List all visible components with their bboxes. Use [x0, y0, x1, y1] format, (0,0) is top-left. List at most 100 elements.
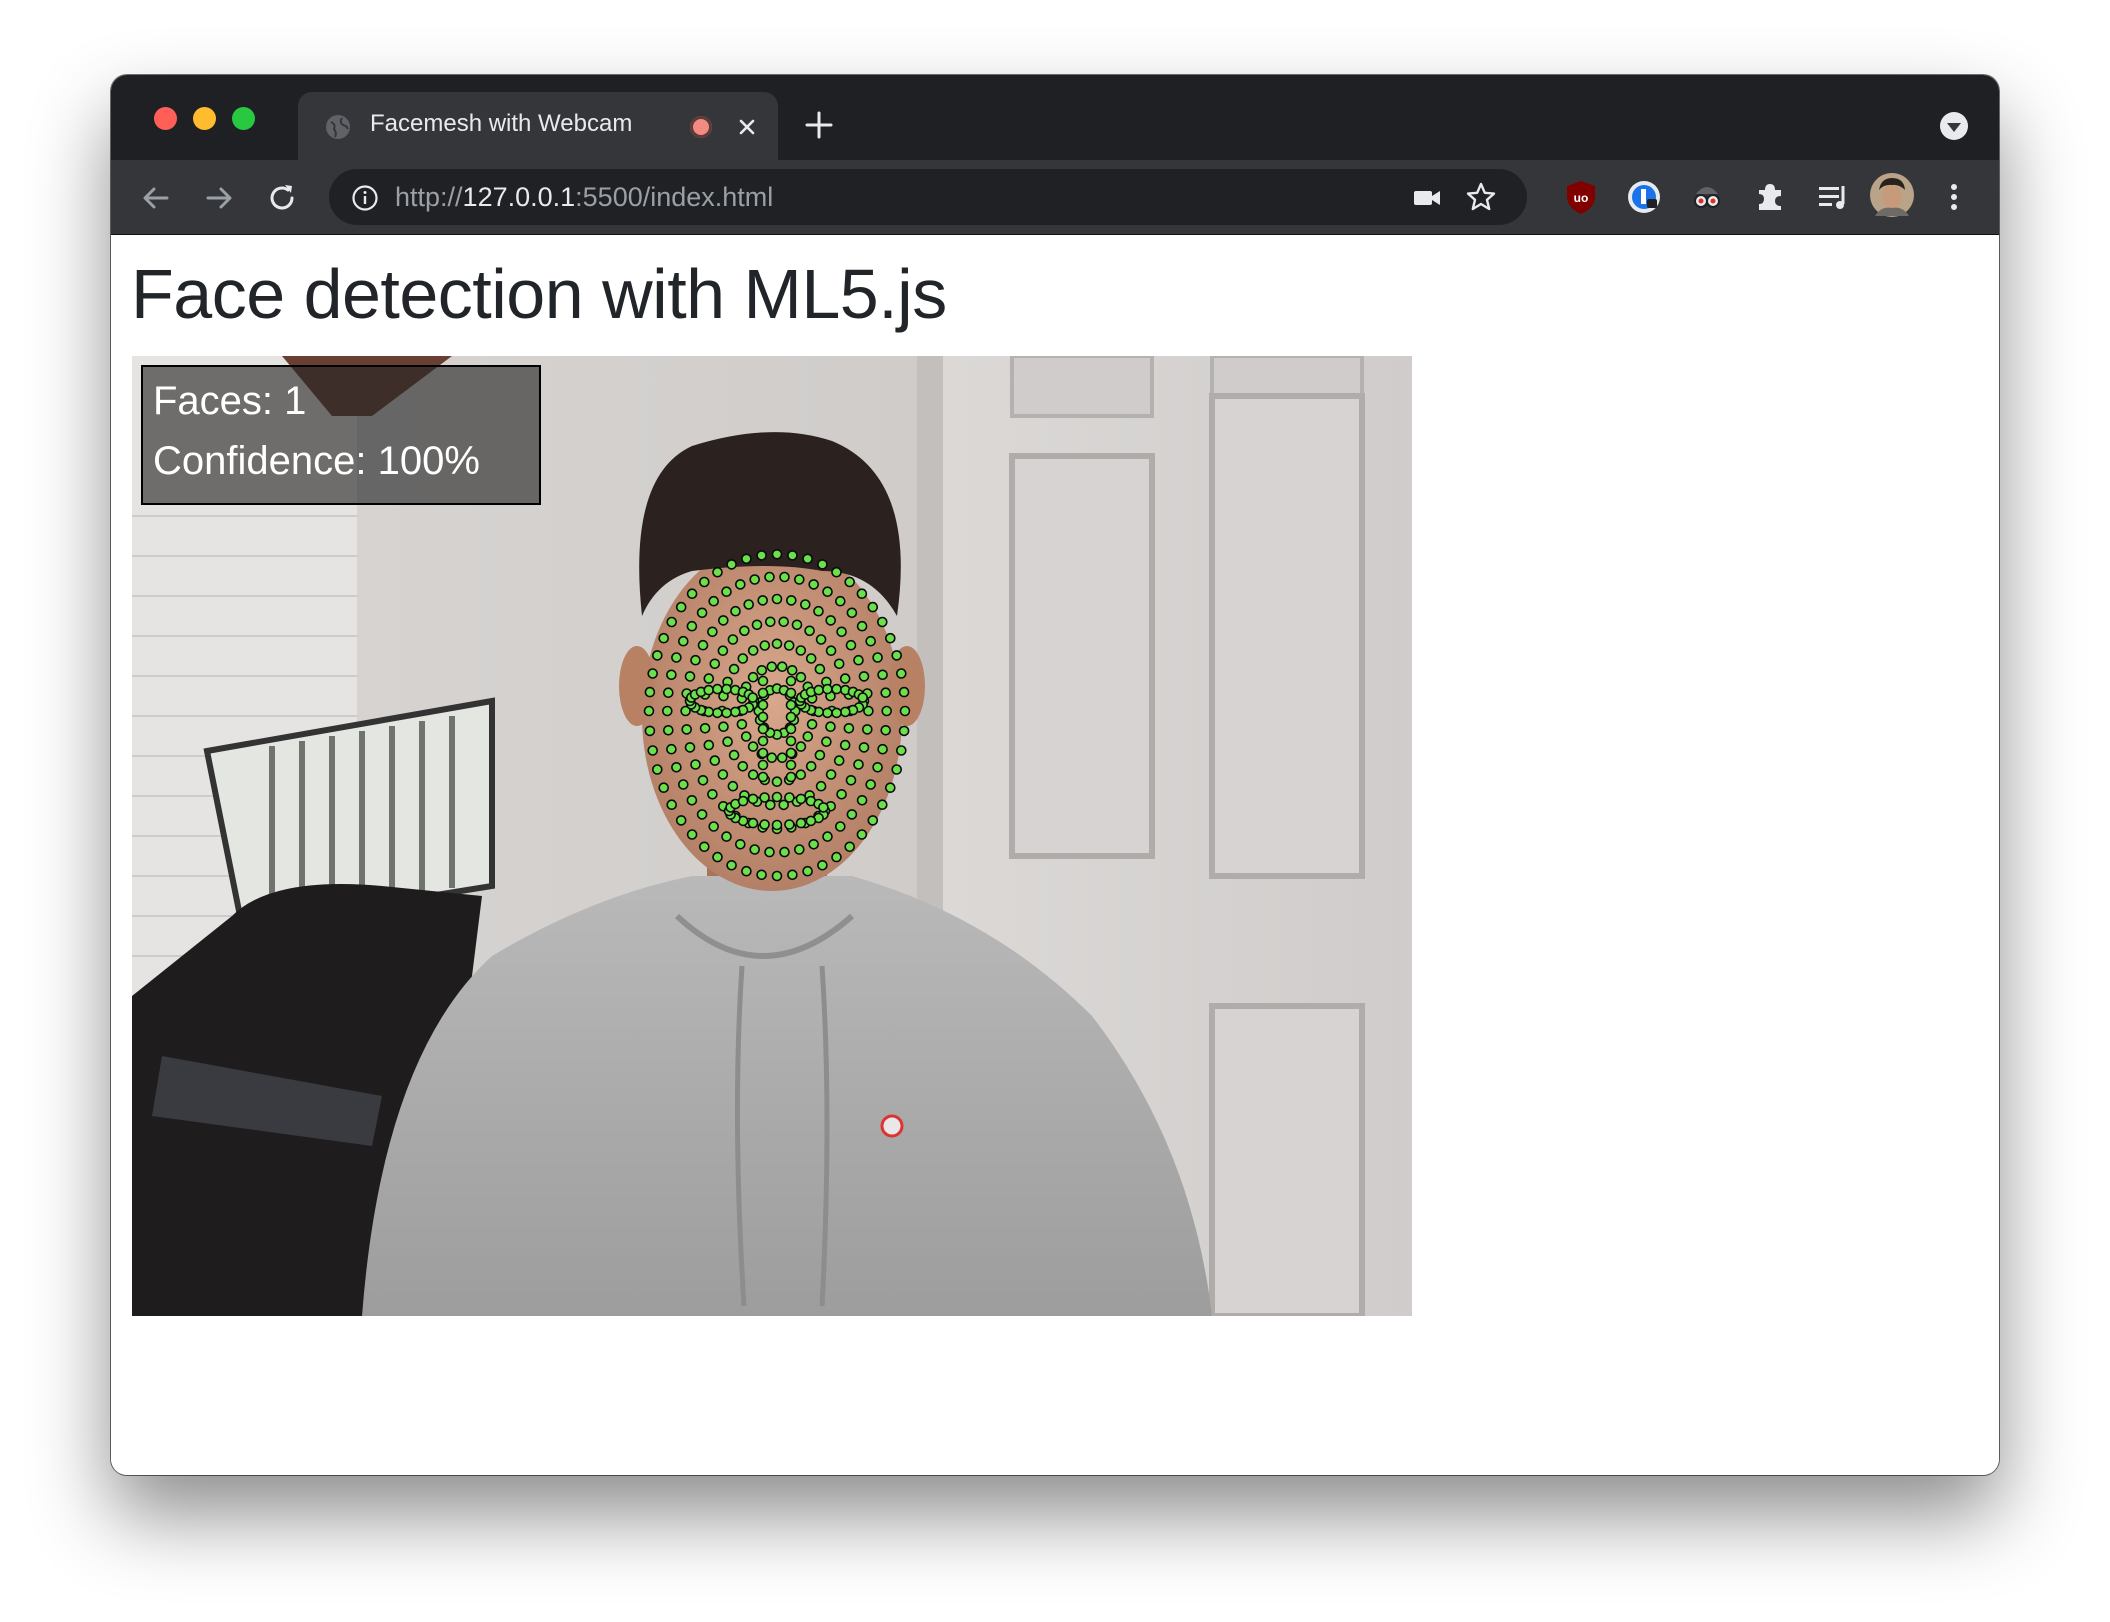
plus-icon[interactable] [804, 110, 834, 140]
minimize-window-button[interactable] [193, 107, 216, 130]
landmark-dot [675, 601, 687, 613]
star-icon[interactable] [1465, 181, 1497, 213]
landmark-dot [786, 664, 798, 676]
landmark-dot [759, 819, 770, 830]
landmark-dot [831, 851, 842, 863]
landmark-dot [743, 599, 755, 610]
landmark-dot [876, 616, 888, 628]
landmark-dot [839, 706, 851, 718]
landmark-dot [771, 776, 783, 788]
landmark-dot [785, 675, 797, 687]
landmark-dot [658, 782, 670, 794]
zoom-window-button[interactable] [232, 107, 255, 130]
landmark-dot [785, 711, 797, 723]
landmark-dot [666, 799, 678, 811]
landmark-dot [703, 673, 715, 684]
landmark-dot [757, 759, 769, 771]
landmark-dot [778, 616, 790, 628]
tab-search-icon[interactable] [1939, 111, 1969, 141]
landmark-dot [844, 841, 856, 853]
landmark-dot [814, 749, 826, 761]
landmark-dot [808, 579, 820, 590]
landmark-dot [651, 764, 663, 775]
landmark-dot [712, 683, 723, 695]
landmark-dot [728, 663, 740, 675]
close-window-button[interactable] [154, 107, 177, 130]
landmark-dot [843, 722, 855, 734]
globe-icon [326, 115, 350, 139]
page-title: Face detection with ML5.js [131, 255, 947, 333]
landmark-dot [741, 553, 752, 565]
landmark-dot [734, 579, 746, 590]
profile-avatar[interactable] [1869, 172, 1915, 218]
tab-strip: Facemesh with Webcam [111, 75, 1999, 160]
kebab-menu-icon[interactable] [1935, 178, 1973, 216]
landmark-dot [813, 605, 824, 617]
landmark-dot [757, 687, 769, 699]
landmark-dot [880, 687, 892, 699]
landmark-dot [666, 616, 678, 628]
url-scheme: http:// [395, 182, 463, 212]
landmark-dot [776, 661, 788, 673]
tab-facemesh[interactable]: Facemesh with Webcam [298, 92, 778, 160]
landmark-dot [831, 566, 842, 578]
landmark-dot [747, 692, 759, 703]
reading-list-icon[interactable] [1814, 178, 1852, 216]
password-manager-icon[interactable] [1625, 178, 1663, 216]
landmark-dot [895, 668, 907, 679]
landmark-dot [658, 632, 670, 644]
landmark-dot [776, 752, 788, 764]
landmark-dot [785, 771, 797, 783]
landmark-dot [771, 549, 783, 560]
landmark-dot [795, 769, 807, 781]
landmark-dot [698, 841, 710, 853]
landmark-dot [785, 747, 797, 759]
landmark-dot [647, 745, 659, 756]
page-viewport: Face detection with ML5.js Faces: 1 Conf… [111, 235, 1999, 1475]
landmark-dot [877, 669, 888, 681]
forward-arrow-icon[interactable] [202, 181, 236, 215]
landmark-dot [707, 788, 718, 800]
landmark-dot [690, 654, 701, 666]
landmark-dot [721, 586, 732, 597]
spy-icon[interactable] [1688, 178, 1726, 216]
landmark-dot [729, 706, 741, 718]
landmark-dot [802, 865, 813, 877]
camera-icon[interactable] [1412, 185, 1442, 211]
url-text: http://127.0.0.1:5500/index.html [395, 182, 773, 213]
landmark-dot [822, 586, 833, 597]
landmark-dot [802, 731, 814, 742]
landmark-dot [804, 625, 815, 637]
landmark-dot [805, 760, 817, 772]
landmark-dot [865, 635, 877, 647]
landmark-dot [771, 870, 783, 882]
landmark-dot [872, 652, 883, 663]
address-bar[interactable]: http://127.0.0.1:5500/index.html [329, 169, 1527, 225]
landmark-dot [757, 747, 769, 759]
landmark-dot [884, 632, 896, 644]
landmark-dot [757, 771, 769, 783]
landmark-dot [795, 741, 807, 752]
landmark-dot [757, 711, 769, 723]
landmark-dot [677, 635, 689, 647]
landmark-dot [684, 742, 696, 753]
landmark-dot [779, 846, 790, 858]
landmark-dot [822, 707, 833, 719]
reload-icon[interactable] [265, 181, 299, 215]
landmark-dot [856, 794, 868, 806]
landmark-dot [728, 749, 740, 761]
back-arrow-icon[interactable] [139, 181, 173, 215]
url-path: :5500/index.html [575, 182, 774, 212]
ublock-icon[interactable]: uo [1562, 178, 1600, 216]
confidence-text: Confidence: 100% [153, 439, 480, 483]
landmark-dot [703, 739, 715, 751]
landmark-dot [675, 815, 687, 826]
landmark-dot [703, 684, 715, 696]
info-icon[interactable] [351, 184, 379, 212]
puzzle-icon[interactable] [1751, 178, 1789, 216]
landmark-dot [771, 593, 783, 605]
close-icon[interactable] [734, 114, 760, 140]
landmark-dot [817, 859, 828, 871]
landmark-dot [757, 675, 769, 687]
landmark-dot [825, 645, 837, 657]
